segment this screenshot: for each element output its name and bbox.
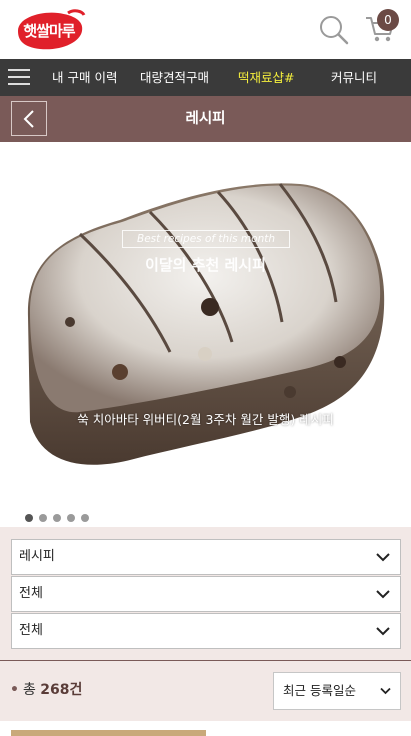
carousel-dot[interactable] (53, 514, 61, 522)
search-icon[interactable] (318, 14, 350, 46)
filter-panel: 레시피 전체 전체 (0, 527, 411, 660)
chevron-down-icon (376, 553, 390, 562)
subtype-select-value: 전체 (19, 623, 43, 638)
hamburger-menu-icon[interactable] (8, 69, 30, 87)
carousel-dot[interactable] (81, 514, 89, 522)
type-select-value: 전체 (19, 586, 43, 601)
subtype-select[interactable]: 전체 (11, 613, 401, 649)
bread-photo (0, 142, 411, 527)
back-button[interactable] (11, 101, 47, 136)
chevron-down-icon (376, 627, 390, 636)
banner-caption: 쑥 치아바타 위버티(2월 3주차 월간 발행) 레시피 (77, 412, 334, 427)
recipe-thumbnail[interactable] (11, 730, 206, 736)
recipe-list (0, 721, 411, 736)
carousel-dot[interactable] (25, 514, 33, 522)
chevron-down-icon (380, 687, 391, 695)
brand-logo[interactable]: 햇쌀마루 (12, 7, 86, 53)
banner-title: 이달의 추천 레시피 (145, 256, 266, 274)
cart-count-badge: 0 (377, 9, 399, 31)
header: 햇쌀마루 0 (0, 0, 411, 59)
logo-text: 햇쌀마루 (23, 21, 75, 40)
recipe-page: 햇쌀마루 0 내 구매 이력 대량견적구매 떡재료샵# 커뮤니티 레시피 Bes… (0, 0, 411, 736)
nav-item-bulk-quote[interactable]: 대량견적구매 (140, 59, 209, 96)
chevron-down-icon (376, 590, 390, 599)
recipe-banner-carousel[interactable]: Best recipes of this month 이달의 추천 레시피 쑥 … (0, 142, 411, 527)
page-title: 레시피 (185, 111, 226, 127)
category-select-value: 레시피 (19, 549, 55, 564)
nav-item-purchase-history[interactable]: 내 구매 이력 (52, 59, 117, 96)
carousel-dot[interactable] (67, 514, 75, 522)
carousel-dot[interactable] (39, 514, 47, 522)
count-prefix: 총 (22, 682, 36, 698)
nav-item-community[interactable]: 커뮤니티 (331, 59, 377, 96)
chevron-left-icon (23, 110, 34, 128)
top-navbar: 내 구매 이력 대량견적구매 떡재료샵# 커뮤니티 (0, 59, 411, 96)
banner-subtitle-en: Best recipes of this month (122, 230, 290, 248)
sort-select[interactable]: 최근 등록일순 (273, 672, 401, 710)
type-select[interactable]: 전체 (11, 576, 401, 612)
category-select[interactable]: 레시피 (11, 539, 401, 575)
nav-item-ingredient-shop[interactable]: 떡재료샵# (238, 59, 294, 96)
result-count: • 총 268건 (10, 682, 83, 698)
carousel-pagination (25, 507, 95, 522)
sort-select-value: 최근 등록일순 (283, 683, 356, 698)
result-count-bar: • 총 268건 최근 등록일순 (0, 660, 411, 721)
title-bar: 레시피 (0, 96, 411, 142)
count-number: 268건 (40, 682, 83, 698)
